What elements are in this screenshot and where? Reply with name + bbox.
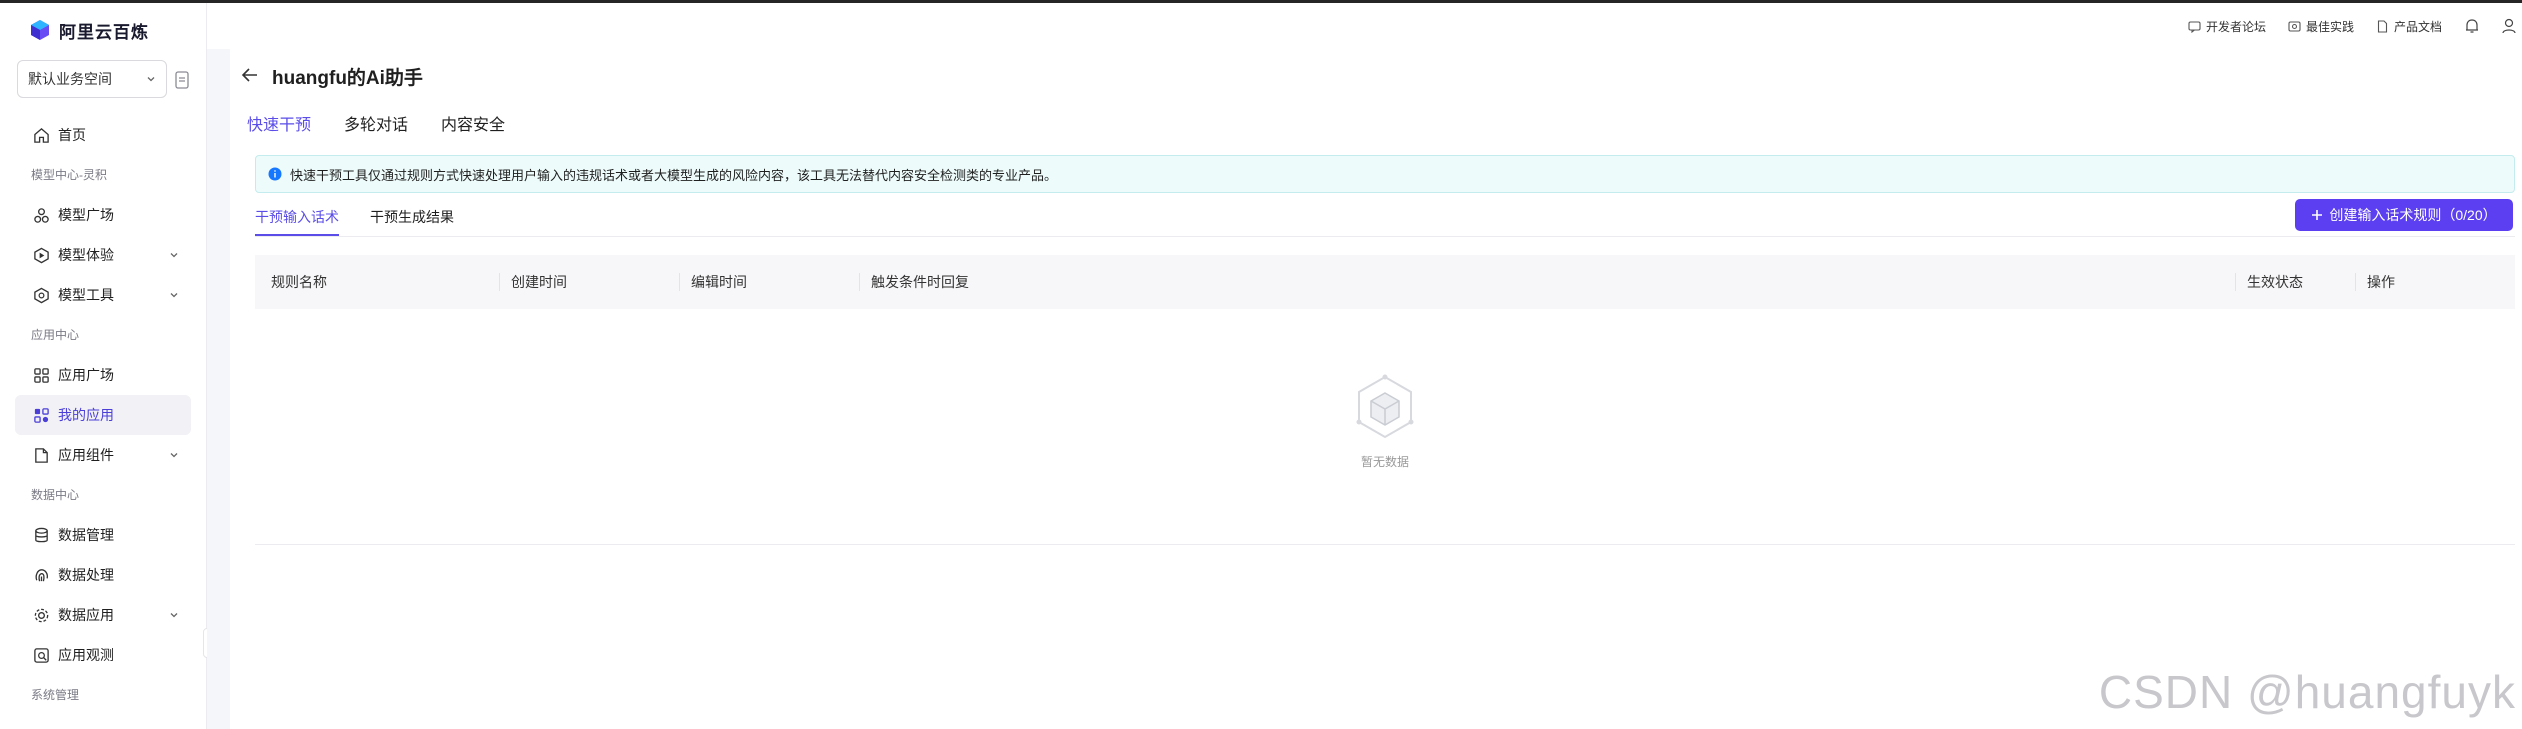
create-rule-button[interactable]: 创建输入话术规则（0/20）: [2295, 199, 2513, 231]
tab-content-safety[interactable]: 内容安全: [441, 111, 505, 143]
brand-name: 阿里云百炼: [59, 22, 149, 42]
app-grid-icon: [34, 367, 49, 383]
content-panel: huangfu的Ai助手 快速干预 多轮对话 内容安全 快速干预工具仅通过规则方…: [230, 49, 2522, 729]
sub-tabs: 干预输入话术 干预生成结果: [255, 206, 454, 236]
sidebar-item-data-management[interactable]: 数据管理: [15, 515, 191, 555]
sidebar-nav: 首页 模型中心-灵积 模型广场 模型体验 模型工具 应用中心 应用广场 我的应用: [15, 115, 191, 715]
sidebar-item-label: 我的应用: [58, 407, 114, 423]
top-bar: 开发者论坛 最佳实践 产品文档: [207, 3, 2522, 49]
sidebar-item-model-tools[interactable]: 模型工具: [15, 275, 191, 315]
forum-icon: [2188, 20, 2201, 33]
section-model-center: 模型中心-灵积: [31, 168, 107, 182]
sidebar-item-label: 模型体验: [58, 247, 114, 263]
my-apps-icon: [34, 407, 49, 423]
info-alert: 快速干预工具仅通过规则方式快速处理用户输入的违规话术或者大模型生成的风险内容，该…: [255, 155, 2515, 193]
column-header: 生效状态: [2235, 255, 2303, 309]
forum-link[interactable]: 开发者论坛: [2188, 18, 2266, 35]
model-tools-icon: [34, 287, 49, 303]
info-icon: [268, 167, 282, 181]
document-icon[interactable]: [174, 71, 190, 89]
sidebar-item-data-apps[interactable]: 数据应用: [15, 595, 191, 635]
home-icon: [34, 127, 49, 143]
sidebar-item-app-components[interactable]: 应用组件: [15, 435, 191, 475]
section-data-center: 数据中心: [31, 488, 80, 502]
docs-link[interactable]: 产品文档: [2376, 18, 2442, 35]
sidebar-item-label: 应用观测: [58, 647, 114, 663]
database-icon: [35, 527, 48, 542]
main-tabs: 快速干预 多轮对话 内容安全: [247, 111, 505, 143]
sidebar-item-label: 模型工具: [58, 287, 114, 303]
chevron-down-icon: [170, 453, 178, 458]
workspace-selected: 默认业务空间: [28, 71, 112, 87]
rules-table: 规则名称 创建时间 编辑时间 触发条件时回复 生效状态 操作 暂无数据: [255, 255, 2515, 545]
chevron-down-icon: [170, 253, 178, 258]
table-header: 规则名称 创建时间 编辑时间 触发条件时回复 生效状态 操作: [255, 255, 2515, 309]
forum-label: 开发者论坛: [2205, 19, 2266, 34]
sidebar-item-label: 应用广场: [58, 367, 114, 383]
fingerprint-icon: [35, 568, 49, 581]
document-icon: [2377, 19, 2388, 33]
sidebar-item-label: 应用组件: [58, 447, 114, 463]
back-arrow-icon[interactable]: [240, 65, 260, 85]
bailian-logo-icon: [31, 20, 49, 40]
table-body: 暂无数据: [255, 309, 2515, 545]
best-practice-link[interactable]: 最佳实践: [2288, 18, 2354, 35]
chevron-down-icon: [147, 77, 155, 82]
empty-state: 暂无数据: [1349, 371, 1421, 470]
subtab-input-intervention[interactable]: 干预输入话术: [255, 206, 339, 236]
main-area: huangfu的Ai助手 快速干预 多轮对话 内容安全 快速干预工具仅通过规则方…: [207, 49, 2522, 729]
model-experience-icon: [34, 247, 49, 263]
observe-icon: [34, 647, 49, 663]
sidebar-item-label: 数据应用: [58, 607, 114, 623]
sidebar-item-app-observe[interactable]: 应用观测: [15, 635, 191, 675]
section-app-center: 应用中心: [31, 328, 80, 342]
gear-icon: [34, 608, 49, 622]
sidebar-item-data-processing[interactable]: 数据处理: [15, 555, 191, 595]
sidebar-item-model-square[interactable]: 模型广场: [15, 195, 191, 235]
watermark: CSDN @huangfuyk: [2098, 666, 2516, 718]
alert-text: 快速干预工具仅通过规则方式快速处理用户输入的违规话术或者大模型生成的风险内容，该…: [290, 167, 1058, 183]
column-header: 编辑时间: [679, 255, 747, 309]
sidebar-item-app-square[interactable]: 应用广场: [15, 355, 191, 395]
practice-icon: [2288, 20, 2301, 32]
model-square-icon: [34, 207, 49, 223]
tab-multi-turn[interactable]: 多轮对话: [344, 111, 408, 143]
docs-label: 产品文档: [2393, 19, 2442, 34]
workspace-select[interactable]: 默认业务空间: [17, 60, 167, 98]
subtab-divider: [255, 236, 2515, 237]
sidebar-item-label: 数据处理: [58, 567, 114, 583]
sidebar-item-label: 模型广场: [58, 207, 114, 223]
tab-quick-intervention[interactable]: 快速干预: [247, 111, 311, 143]
page-title: huangfu的Ai助手: [272, 68, 423, 89]
chevron-down-icon: [170, 613, 178, 618]
sidebar-item-home[interactable]: 首页: [15, 115, 191, 155]
component-file-icon: [35, 447, 48, 463]
sidebar-item-label: 首页: [58, 127, 86, 143]
plus-icon: [2312, 210, 2323, 220]
column-header: 触发条件时回复: [859, 255, 969, 309]
column-header: 创建时间: [499, 255, 567, 309]
chevron-down-icon: [170, 293, 178, 298]
subtab-output-intervention[interactable]: 干预生成结果: [370, 206, 454, 236]
column-header: 操作: [2355, 255, 2395, 309]
sidebar-item-my-apps[interactable]: 我的应用: [15, 395, 191, 435]
create-rule-label: 创建输入话术规则（0/20）: [2329, 207, 2497, 223]
best-practice-label: 最佳实践: [2305, 19, 2354, 34]
sidebar-item-label: 数据管理: [58, 527, 114, 543]
empty-box-icon: [1356, 374, 1414, 439]
brand-logo[interactable]: 阿里云百炼: [29, 15, 149, 45]
column-header: 规则名称: [271, 274, 327, 290]
sidebar-item-model-experience[interactable]: 模型体验: [15, 235, 191, 275]
section-system: 系统管理: [31, 688, 80, 702]
empty-text: 暂无数据: [1360, 455, 1409, 469]
user-icon[interactable]: [2502, 18, 2516, 34]
sidebar: 阿里云百炼 默认业务空间 首页 模型中心-灵积 模型广场 模型体验 模型工具 应…: [0, 3, 223, 729]
bell-icon[interactable]: [2464, 18, 2480, 34]
